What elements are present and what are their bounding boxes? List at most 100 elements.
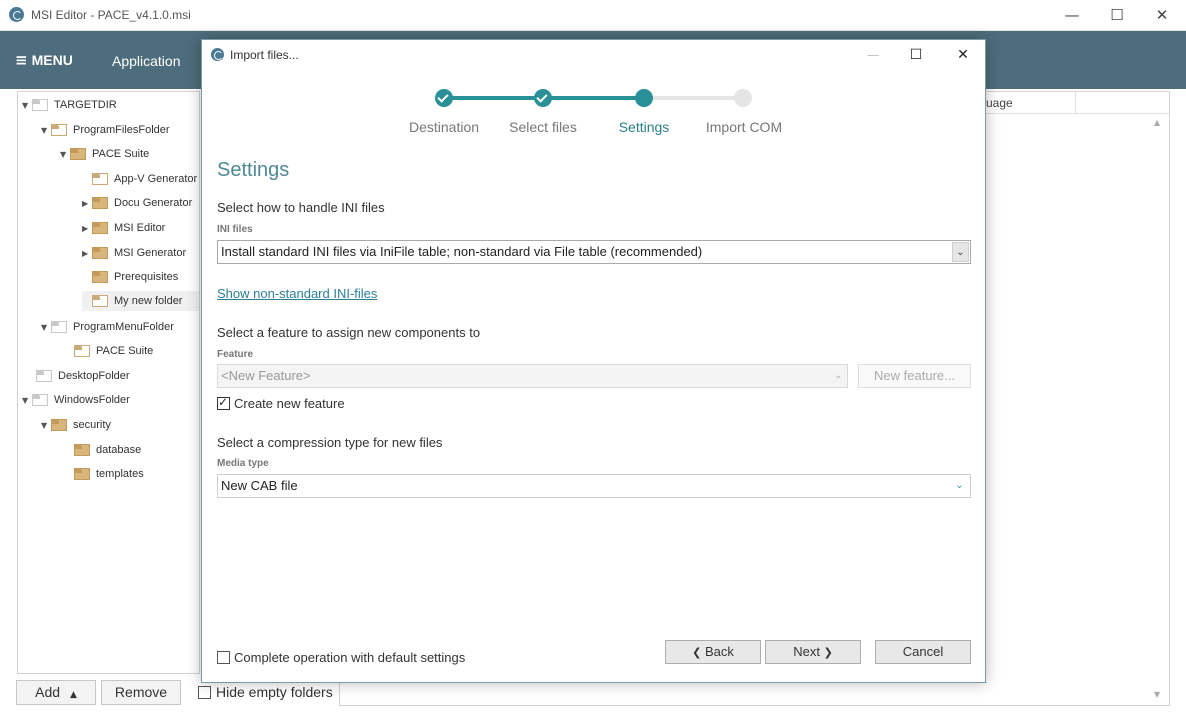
folder-icon — [51, 321, 67, 333]
tree-item-programfilesfolder[interactable]: ▼ ProgramFilesFolder — [41, 120, 170, 140]
tree-item-label: MSI Generator — [114, 247, 187, 259]
tree-item-targetdir[interactable]: ▼ TARGETDIR — [22, 95, 117, 115]
back-label: Back — [704, 644, 734, 659]
scroll-up-icon[interactable]: ▲ — [1154, 118, 1160, 127]
tree-item-label: templates — [96, 468, 144, 480]
tree-item-windowsfolder[interactable]: ▼ WindowsFolder — [22, 390, 130, 410]
expand-icon[interactable]: ▶ — [82, 249, 92, 258]
collapse-icon[interactable]: ▼ — [22, 101, 32, 110]
media-type-select[interactable]: New CAB file ⌄ — [217, 474, 971, 498]
folder-tree[interactable]: ▼ TARGETDIR ▼ ProgramFilesFolder ▼ PACE … — [17, 91, 200, 674]
folder-icon — [92, 271, 108, 283]
chevron-down-icon: ⌄ — [955, 480, 964, 491]
tree-item-database[interactable]: database — [64, 440, 141, 460]
remove-button[interactable]: Remove — [101, 680, 181, 705]
tree-item-templates[interactable]: templates — [64, 464, 144, 484]
tree-item-my-new-folder[interactable]: My new folder — [82, 291, 199, 311]
bottom-strip — [339, 682, 987, 706]
dialog-minimize-button[interactable]: — — [858, 44, 888, 66]
dialog-title: Import files... — [230, 48, 299, 62]
dialog-logo-icon — [211, 48, 224, 61]
stepper-remaining-line — [644, 96, 744, 100]
menu-button[interactable]: ≡ MENU — [15, 51, 73, 69]
add-button[interactable]: Add ▲ — [16, 680, 96, 705]
hide-empty-folders-checkbox[interactable] — [198, 686, 211, 699]
expand-icon[interactable]: ▶ — [82, 199, 92, 208]
title-bar: MSI Editor - PACE_v4.1.0.msi — ☐ ✕ — [0, 0, 1186, 31]
collapse-icon[interactable]: ▼ — [60, 150, 70, 159]
tree-item-desktopfolder[interactable]: DesktopFolder — [26, 366, 130, 386]
app-logo-icon — [9, 7, 24, 22]
folder-icon — [32, 394, 48, 406]
next-button[interactable]: Next ❯ — [765, 640, 861, 664]
step-select-files: Select files — [509, 119, 577, 135]
chevron-left-icon: ❮ — [692, 646, 702, 659]
chevron-right-icon: ❯ — [823, 646, 833, 659]
feature-value: <New Feature> — [221, 368, 311, 383]
folder-icon — [36, 370, 52, 382]
folder-icon — [74, 444, 90, 456]
collapse-icon[interactable]: ▼ — [41, 126, 51, 135]
page-title: Settings — [217, 159, 290, 181]
tree-item-prerequisites[interactable]: Prerequisites — [82, 267, 178, 287]
folder-icon — [92, 247, 108, 259]
step-settings: Settings — [618, 119, 670, 135]
tree-item-programmenufolder[interactable]: ▼ ProgramMenuFolder — [41, 317, 174, 337]
media-type-value: New CAB file — [221, 478, 298, 493]
tree-item-pace-suite-menu[interactable]: PACE Suite — [64, 341, 153, 361]
import-files-dialog: Import files... — ☐ ✕ Destination Select… — [201, 39, 986, 683]
maximize-button[interactable]: ☐ — [1094, 0, 1140, 30]
column-separator — [1075, 92, 1076, 114]
folder-icon — [92, 173, 108, 185]
tree-item-msi-editor[interactable]: ▶ MSI Editor — [82, 218, 165, 238]
expand-icon[interactable]: ▶ — [82, 224, 92, 233]
back-button[interactable]: ❮ Back — [665, 640, 761, 664]
create-new-feature-checkbox[interactable] — [217, 395, 230, 410]
ini-files-select[interactable]: Install standard INI files via IniFile t… — [217, 240, 971, 264]
complete-default-label: Complete operation with default settings — [234, 650, 466, 665]
tree-item-docu-generator[interactable]: ▶ Docu Generator — [82, 193, 192, 213]
feature-select[interactable]: <New Feature> ⌄ — [217, 364, 848, 388]
create-new-feature-label: Create new feature — [234, 396, 345, 411]
tree-item-pace-suite[interactable]: ▼ PACE Suite — [60, 144, 149, 164]
cancel-button[interactable]: Cancel — [875, 640, 971, 664]
column-header-language[interactable]: uage — [986, 96, 1013, 110]
tab-application[interactable]: Application — [112, 53, 181, 69]
collapse-icon[interactable]: ▼ — [22, 396, 32, 405]
ini-files-label: INI files — [217, 224, 253, 235]
tree-item-appv-generator[interactable]: App-V Generator — [82, 169, 197, 189]
scroll-down-icon[interactable]: ▼ — [1154, 690, 1160, 699]
show-non-standard-ini-link[interactable]: Show non-standard INI-files — [217, 286, 377, 301]
tree-item-label: PACE Suite — [92, 148, 150, 160]
tree-item-label: ProgramFilesFolder — [73, 124, 170, 136]
folder-icon — [92, 222, 108, 234]
folder-icon — [92, 197, 108, 209]
tree-item-label: MSI Editor — [114, 222, 166, 234]
file-list-panel[interactable]: uage — [986, 91, 1170, 706]
complete-default-checkbox[interactable] — [217, 651, 230, 664]
next-label: Next — [793, 644, 820, 659]
folder-icon — [92, 295, 108, 307]
close-button[interactable]: ✕ — [1139, 0, 1185, 30]
ini-files-value: Install standard INI files via IniFile t… — [221, 244, 703, 259]
dialog-close-button[interactable]: ✕ — [948, 44, 978, 66]
tree-item-label: ProgramMenuFolder — [73, 321, 174, 333]
tree-item-msi-generator[interactable]: ▶ MSI Generator — [82, 243, 186, 263]
step-settings-dot-icon — [635, 89, 653, 107]
minimize-button[interactable]: — — [1049, 0, 1095, 30]
column-header-row: uage — [986, 92, 1169, 114]
collapse-icon[interactable]: ▼ — [41, 323, 51, 332]
tree-item-label: PACE Suite — [96, 345, 154, 357]
chevron-down-icon: ⌄ — [834, 370, 843, 381]
add-label: Add — [35, 684, 61, 700]
hamburger-icon: ≡ — [15, 51, 28, 69]
dialog-maximize-button[interactable]: ☐ — [901, 44, 931, 66]
step-destination: Destination — [408, 119, 480, 135]
step-select-files-check-icon — [534, 89, 552, 107]
tree-item-security[interactable]: ▼ security — [41, 415, 111, 435]
collapse-icon[interactable]: ▼ — [41, 421, 51, 430]
tree-item-label: TARGETDIR — [54, 99, 117, 111]
folder-icon — [32, 99, 48, 111]
folder-icon — [70, 148, 86, 160]
new-feature-button[interactable]: New feature... — [858, 364, 971, 388]
